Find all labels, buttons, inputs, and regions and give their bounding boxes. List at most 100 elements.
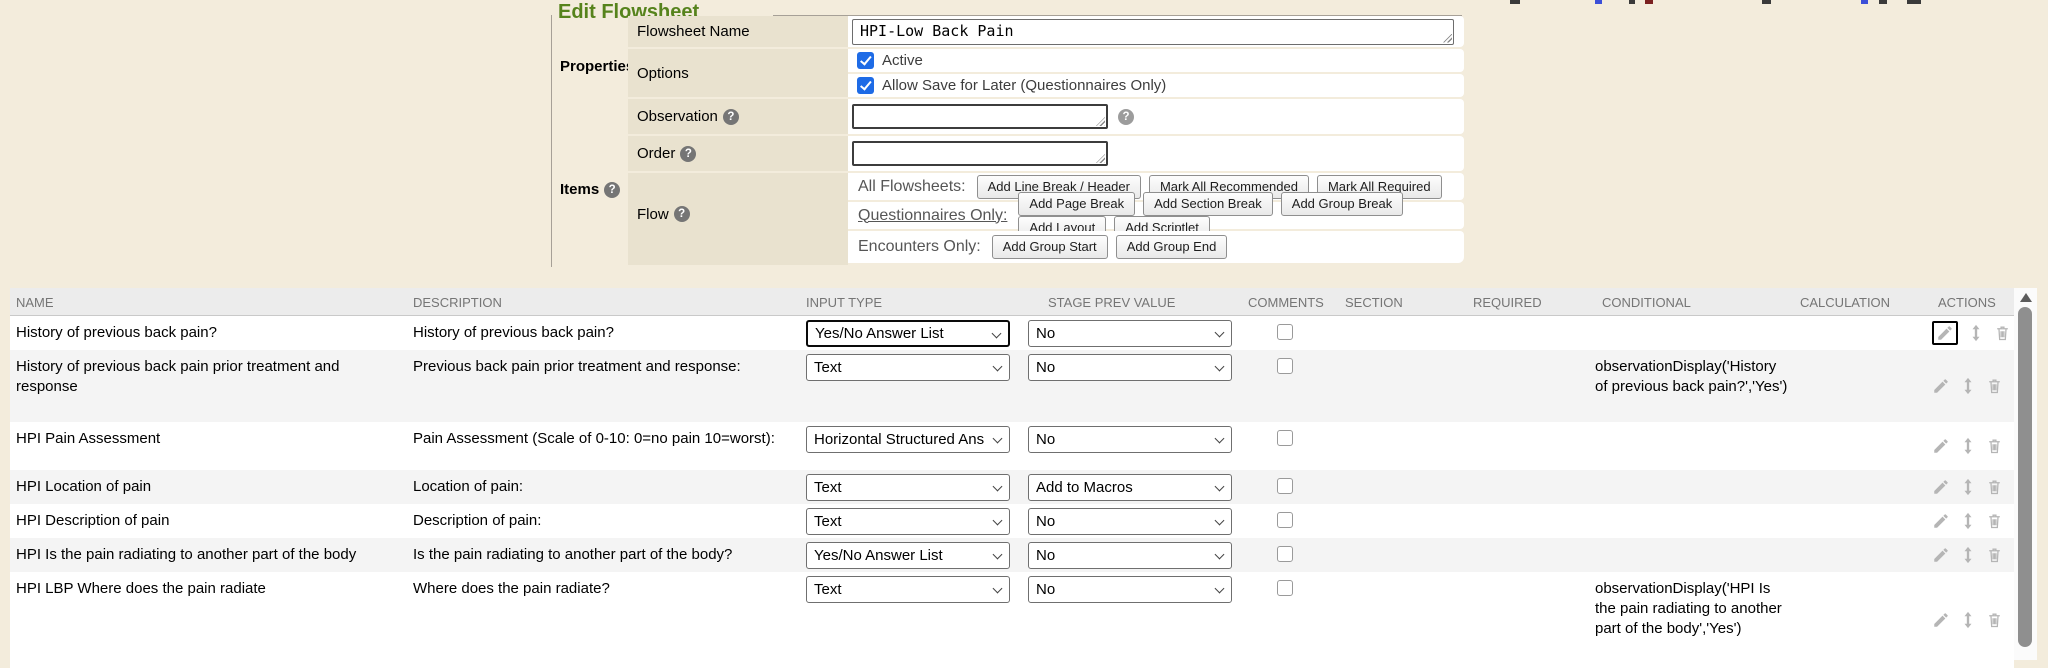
- move-up-down-icon[interactable]: [1961, 377, 1975, 395]
- item-name: HPI LBP Where does the pain radiate: [16, 579, 401, 599]
- chevron-down-icon: [993, 550, 1003, 560]
- flow-button[interactable]: Add Group Start: [992, 235, 1108, 259]
- clipped-text-fragment: [1879, 0, 1887, 4]
- stage-prev-value-select[interactable]: No: [1028, 354, 1232, 381]
- input-type-select[interactable]: Horizontal Structured Ans: [806, 426, 1010, 453]
- comments-checkbox[interactable]: [1277, 324, 1293, 340]
- edit-pencil-wrap: [1932, 437, 1950, 455]
- stage-prev-value-select[interactable]: No: [1028, 542, 1232, 569]
- table-row: History of previous back pain prior trea…: [10, 350, 2014, 422]
- delete-trash-icon[interactable]: [1986, 546, 2003, 564]
- item-name: HPI Description of pain: [16, 511, 401, 531]
- comments-checkbox[interactable]: [1277, 546, 1293, 562]
- delete-trash-icon[interactable]: [1994, 324, 2011, 342]
- edit-pencil-wrap: [1932, 321, 1958, 345]
- item-name: HPI Is the pain radiating to another par…: [16, 545, 401, 565]
- allow-save-for-later-checkbox[interactable]: [857, 77, 874, 94]
- delete-trash-icon[interactable]: [1986, 512, 2003, 530]
- item-description: Pain Assessment (Scale of 0-10: 0=no pai…: [413, 429, 785, 449]
- item-name: HPI Pain Assessment: [16, 429, 401, 449]
- column-header-name: NAME: [16, 295, 54, 310]
- edit-pencil-wrap: [1932, 377, 1950, 395]
- column-header-input-type: INPUT TYPE: [806, 295, 882, 310]
- flowsheet-name-label: Flowsheet Name: [628, 16, 848, 47]
- chevron-down-icon: [993, 584, 1003, 594]
- delete-trash-icon[interactable]: [1986, 478, 2003, 496]
- edit-flowsheet-panel: Edit Flowsheet Properties ? Items ? Flow…: [551, 0, 1464, 270]
- comments-checkbox[interactable]: [1277, 580, 1293, 596]
- order-label: Order ?: [628, 136, 848, 171]
- move-up-down-icon[interactable]: [1961, 478, 1975, 496]
- item-description: Is the pain radiating to another part of…: [413, 545, 785, 565]
- edit-pencil-icon[interactable]: [1932, 512, 1950, 530]
- flow-button[interactable]: Add Page Break: [1018, 192, 1135, 216]
- flow-button[interactable]: Add Section Break: [1143, 192, 1273, 216]
- delete-trash-icon[interactable]: [1986, 437, 2003, 455]
- vertical-scrollbar[interactable]: [2014, 288, 2037, 660]
- table-row: HPI Location of pain Location of pain: T…: [10, 470, 2014, 504]
- items-section-label: Items ?: [560, 181, 620, 198]
- chevron-down-icon: [1215, 434, 1225, 444]
- table-header: NAME DESCRIPTION INPUT TYPE STAGE PREV V…: [10, 288, 2014, 316]
- edit-pencil-wrap: [1932, 611, 1950, 629]
- options-label: Options: [628, 49, 848, 97]
- observation-input[interactable]: [852, 104, 1108, 129]
- chevron-down-icon: [1215, 328, 1225, 338]
- edit-pencil-icon[interactable]: [1932, 546, 1950, 564]
- chevron-down-icon: [993, 434, 1003, 444]
- move-up-down-icon[interactable]: [1961, 512, 1975, 530]
- edit-pencil-icon[interactable]: [1932, 437, 1950, 455]
- input-type-select[interactable]: Text: [806, 508, 1010, 535]
- flow-button[interactable]: Add Group Break: [1281, 192, 1403, 216]
- active-checkbox-label: Active: [882, 52, 923, 69]
- scrollbar-thumb[interactable]: [2018, 307, 2032, 647]
- delete-trash-icon[interactable]: [1986, 377, 2003, 395]
- move-up-down-icon[interactable]: [1961, 611, 1975, 629]
- flow-label: Flow ?: [628, 173, 848, 265]
- comments-checkbox[interactable]: [1277, 512, 1293, 528]
- stage-prev-value-select[interactable]: No: [1028, 508, 1232, 535]
- help-icon[interactable]: ?: [723, 109, 739, 125]
- edit-pencil-icon[interactable]: [1932, 377, 1950, 395]
- table-row: History of previous back pain? History o…: [10, 316, 2014, 350]
- table-row: HPI Is the pain radiating to another par…: [10, 538, 2014, 572]
- flow-button[interactable]: Add Group End: [1116, 235, 1228, 259]
- help-icon[interactable]: ?: [1118, 109, 1134, 125]
- scrollbar-up-arrow[interactable]: [2020, 293, 2032, 302]
- comments-checkbox[interactable]: [1277, 430, 1293, 446]
- input-type-select[interactable]: Text: [806, 576, 1010, 603]
- input-type-select[interactable]: Text: [806, 474, 1010, 501]
- column-header-required: REQUIRED: [1473, 295, 1542, 310]
- flowsheet-name-input[interactable]: HPI-Low Back Pain: [852, 19, 1454, 45]
- comments-checkbox[interactable]: [1277, 358, 1293, 374]
- stage-prev-value-select[interactable]: No: [1028, 426, 1232, 453]
- column-header-section: SECTION: [1345, 295, 1403, 310]
- stage-prev-value-select[interactable]: No: [1028, 576, 1232, 603]
- move-up-down-icon[interactable]: [1961, 437, 1975, 455]
- column-header-description: DESCRIPTION: [413, 295, 502, 310]
- input-type-select[interactable]: Text: [806, 354, 1010, 381]
- item-name: History of previous back pain?: [16, 323, 401, 343]
- comments-checkbox[interactable]: [1277, 478, 1293, 494]
- order-input[interactable]: [852, 141, 1108, 166]
- edit-pencil-icon[interactable]: [1932, 611, 1950, 629]
- stage-prev-value-select[interactable]: No: [1028, 320, 1232, 347]
- move-up-down-icon[interactable]: [1961, 546, 1975, 564]
- help-icon[interactable]: ?: [680, 146, 696, 162]
- edit-pencil-icon[interactable]: [1936, 324, 1954, 342]
- help-icon[interactable]: ?: [674, 206, 690, 222]
- edit-pencil-icon[interactable]: [1932, 478, 1950, 496]
- active-checkbox[interactable]: [857, 52, 874, 69]
- encounters-only-buttons: Add Group Start Add Group End: [992, 235, 1236, 259]
- move-up-down-icon[interactable]: [1969, 324, 1983, 342]
- input-type-select[interactable]: Yes/No Answer List: [806, 320, 1010, 347]
- help-icon[interactable]: ?: [604, 182, 620, 198]
- stage-prev-value-select[interactable]: Add to Macros: [1028, 474, 1232, 501]
- clipped-text-fragment: [1510, 0, 1520, 4]
- table-row: HPI Pain Assessment Pain Assessment (Sca…: [10, 422, 2014, 470]
- table-body: History of previous back pain? History o…: [10, 316, 2014, 668]
- table-row: HPI LBP Where does the pain radiate Wher…: [10, 572, 2014, 668]
- input-type-select[interactable]: Yes/No Answer List: [806, 542, 1010, 569]
- column-header-calculation: CALCULATION: [1800, 295, 1890, 310]
- delete-trash-icon[interactable]: [1986, 611, 2003, 629]
